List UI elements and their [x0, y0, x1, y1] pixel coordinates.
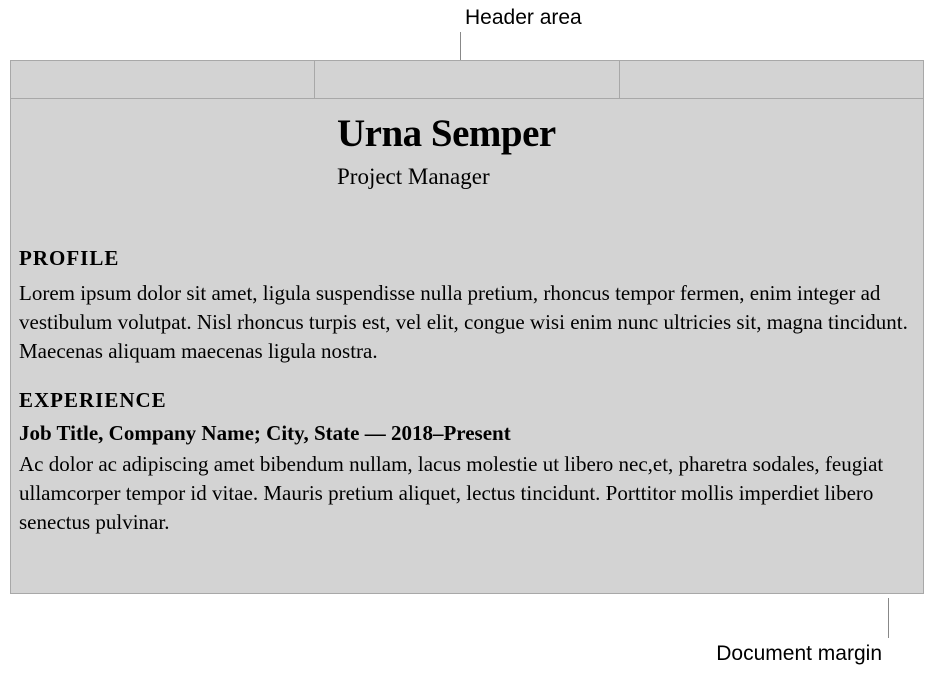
experience-heading[interactable]: EXPERIENCE [19, 388, 915, 413]
header-area[interactable] [11, 61, 923, 99]
header-cell-left[interactable] [11, 61, 315, 98]
profile-heading[interactable]: PROFILE [19, 246, 915, 271]
experience-body[interactable]: Ac dolor ac adipiscing amet bibendum nul… [19, 450, 915, 537]
annotation-header-label: Header area [465, 6, 582, 30]
annotation-header-line [460, 32, 461, 62]
header-cell-right[interactable] [620, 61, 923, 98]
person-name[interactable]: Urna Semper [337, 111, 903, 156]
document-body[interactable]: Urna Semper Project Manager PROFILE Lore… [11, 99, 923, 537]
profile-body[interactable]: Lorem ipsum dolor sit amet, ligula suspe… [19, 279, 915, 366]
document-frame: Urna Semper Project Manager PROFILE Lore… [10, 60, 924, 594]
annotation-margin-line [888, 598, 889, 638]
content-block: PROFILE Lorem ipsum dolor sit amet, ligu… [11, 246, 923, 537]
header-cell-center[interactable] [315, 61, 619, 98]
title-block: Urna Semper Project Manager [11, 111, 923, 190]
person-role[interactable]: Project Manager [337, 164, 903, 190]
experience-job-line[interactable]: Job Title, Company Name; City, State — 2… [19, 421, 915, 446]
annotation-margin-label: Document margin [716, 642, 882, 666]
